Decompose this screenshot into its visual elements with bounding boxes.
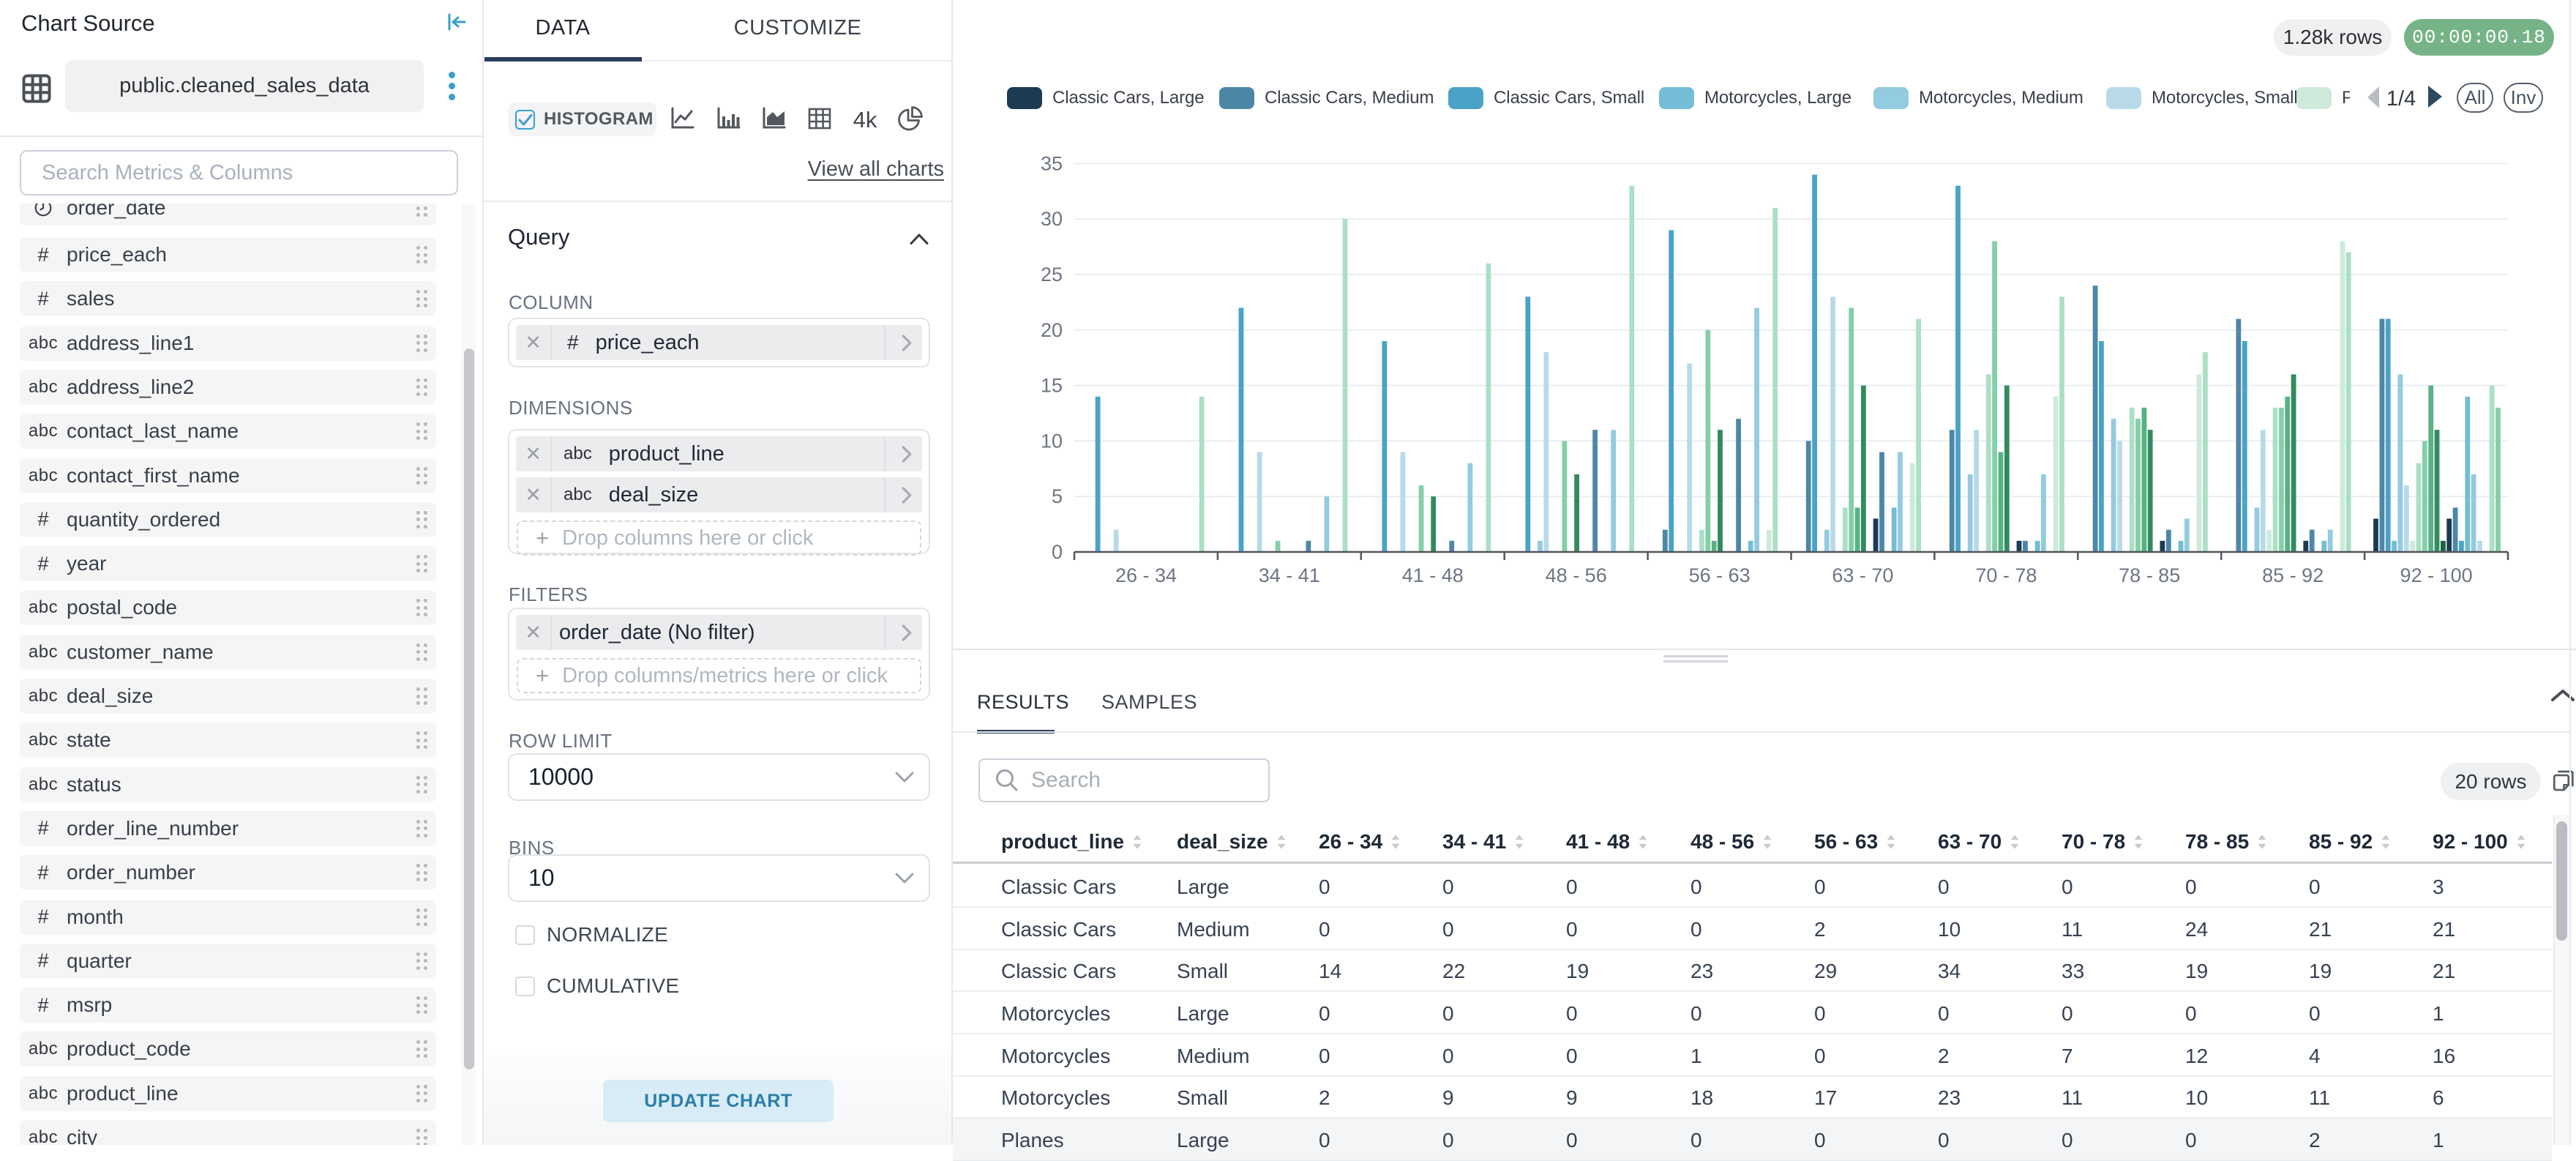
svg-text:26 - 34: 26 - 34: [1115, 564, 1177, 586]
svg-text:85 - 92: 85 - 92: [2262, 564, 2324, 586]
svg-text:15: 15: [1041, 375, 1063, 397]
svg-text:5: 5: [1052, 485, 1063, 507]
svg-text:63 - 70: 63 - 70: [1832, 564, 1893, 586]
svg-text:48 - 56: 48 - 56: [1546, 564, 1607, 586]
svg-text:0: 0: [1052, 541, 1063, 563]
svg-text:78 - 85: 78 - 85: [2119, 564, 2180, 586]
svg-text:70 - 78: 70 - 78: [1975, 564, 2037, 586]
svg-text:20: 20: [1041, 319, 1063, 341]
svg-text:25: 25: [1041, 264, 1063, 285]
svg-text:41 - 48: 41 - 48: [1402, 564, 1464, 586]
svg-text:35: 35: [1041, 152, 1063, 174]
svg-text:10: 10: [1041, 430, 1063, 452]
svg-text:92 - 100: 92 - 100: [2400, 564, 2473, 586]
svg-text:34 - 41: 34 - 41: [1259, 564, 1320, 586]
svg-text:56 - 63: 56 - 63: [1689, 564, 1751, 586]
svg-text:30: 30: [1041, 208, 1063, 230]
